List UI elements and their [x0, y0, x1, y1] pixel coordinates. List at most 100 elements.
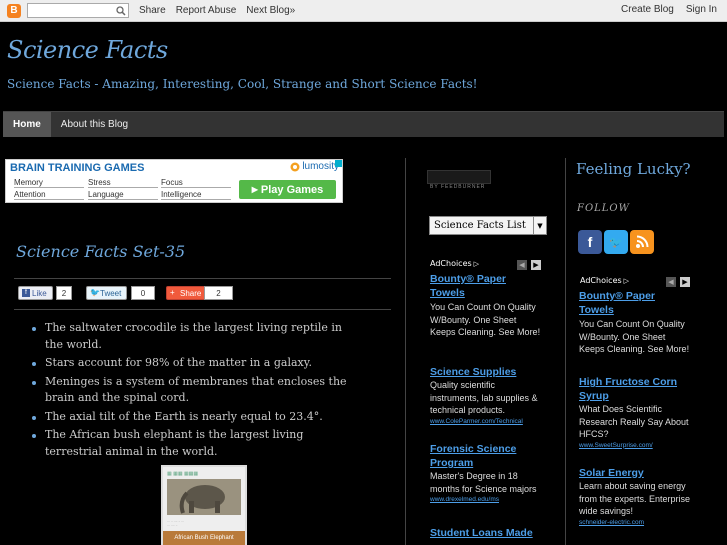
share-count: 2 [204, 286, 233, 300]
page-tabs: Home About this Blog [3, 111, 724, 137]
ad-url[interactable]: schneider-electric.com [579, 518, 691, 528]
image-fine-print: ··· ·· ···· ·· ··· ··· ···· ·· [167, 519, 185, 527]
image-caption: African Bush Elephant [163, 531, 245, 545]
sidebar-ad[interactable]: High Fructose Corn Syrup What Does Scien… [579, 375, 691, 451]
sidebar-ad[interactable]: Science Supplies Quality scientific inst… [430, 365, 542, 427]
ad-category: Memory [14, 178, 84, 188]
tab-about[interactable]: About this Blog [51, 112, 138, 137]
create-blog-link[interactable]: Create Blog [621, 4, 674, 15]
facebook-icon[interactable]: f [578, 230, 602, 254]
lumosity-logo: lumosity [290, 161, 339, 172]
ad-category: Stress [88, 178, 158, 188]
next-blog-link[interactable]: Next Blog» [246, 5, 295, 16]
facts-list: The saltwater crocodile is the largest l… [30, 320, 352, 462]
rss-icon[interactable] [630, 230, 654, 254]
adchoices-icon: ▷ [623, 276, 630, 285]
ad-url[interactable]: www.ColeParmer.com/Technical [430, 417, 542, 427]
ad-headline[interactable]: Bounty® Paper Towels [579, 289, 691, 317]
follow-heading: FOLLOW [577, 203, 630, 214]
adchoices-text: AdChoices [430, 259, 472, 268]
adchoices-icon: ▷ [473, 259, 480, 268]
share-link[interactable]: Share [139, 5, 166, 16]
elephant-image[interactable]: ▦ ▦▦ ▦▦▦ ··· ·· ···· ·· ··· ··· ···· ·· A… [161, 465, 247, 545]
ad-headline[interactable]: Science Supplies [430, 365, 542, 379]
column-divider [405, 158, 406, 545]
ad-title: BRAIN TRAINING GAMES [10, 162, 145, 174]
ad-body: You Can Count On Quality W/Bounty. One S… [579, 319, 690, 354]
ad-headline[interactable]: Student Loans Made [430, 526, 542, 540]
blog-title[interactable]: Science Facts [7, 36, 168, 64]
sign-in-link[interactable]: Sign In [686, 4, 717, 15]
list-item: Stars account for 98% of the matter in a… [30, 355, 352, 372]
search-icon[interactable] [114, 4, 128, 17]
play-icon: ▶ [251, 185, 258, 194]
like-count: 2 [56, 286, 72, 300]
adchoices-label[interactable]: AdChoices ▷ [580, 276, 629, 285]
tweet-count: 0 [131, 286, 155, 300]
divider [14, 278, 391, 279]
ad-body: Master's Degree in 18 months for Science… [430, 471, 537, 494]
ad-body: You Can Count On Quality W/Bounty. One S… [430, 302, 541, 337]
post-title[interactable]: Science Facts Set-35 [16, 242, 185, 261]
sidebar-ad[interactable]: Student Loans Made [430, 526, 542, 540]
ad-headline[interactable]: Forensic Science Program [430, 442, 542, 470]
adchoices-corner-icon[interactable] [335, 160, 342, 167]
dropdown-arrow-icon[interactable]: ▼ [533, 217, 546, 234]
ad-next-icon[interactable]: ▶ [531, 260, 541, 270]
ad-body: What Does Scientific Research Really Say… [579, 404, 689, 439]
feedburner-widget[interactable] [427, 170, 491, 184]
divider [14, 309, 391, 310]
list-item: The saltwater crocodile is the largest l… [30, 320, 352, 353]
share-label: Share [180, 288, 202, 298]
ad-body: Quality scientific instruments, lab supp… [430, 380, 538, 415]
select-value: Science Facts List [434, 220, 526, 231]
addthis-share-button[interactable]: + Share [166, 286, 206, 300]
ad-headline[interactable]: Bounty® Paper Towels [430, 272, 542, 300]
science-facts-list-select[interactable]: Science Facts List ▼ [429, 216, 547, 235]
sidebar-ad[interactable]: Forensic Science Program Master's Degree… [430, 442, 542, 505]
play-games-button[interactable]: ▶ Play Games [239, 180, 336, 199]
feeling-lucky-heading[interactable]: Feeling Lucky? [576, 160, 691, 178]
tab-home[interactable]: Home [3, 112, 51, 137]
feedburner-label: BY FEEDBURNER [430, 184, 486, 190]
brain-training-ad[interactable]: BRAIN TRAINING GAMES lumosity Memory Str… [5, 159, 343, 203]
list-item: Meninges is a system of membranes that e… [30, 374, 352, 407]
column-divider [565, 158, 566, 545]
play-games-label: Play Games [260, 183, 324, 196]
facebook-like-button[interactable]: f Like [18, 286, 53, 300]
image-publisher-logo: ▦ ▦▦ ▦▦▦ [167, 471, 199, 477]
ad-prev-icon[interactable]: ◀ [666, 277, 676, 287]
plus-icon: + [170, 288, 175, 297]
ad-headline[interactable]: Solar Energy [579, 466, 691, 480]
facebook-icon: f [22, 289, 30, 297]
ad-url[interactable]: www.drexelmed.edu/ms [430, 495, 542, 505]
ad-prev-icon[interactable]: ◀ [517, 260, 527, 270]
ad-url[interactable]: www.SweetSurprise.com/ [579, 441, 691, 451]
search-input[interactable] [27, 3, 129, 18]
ad-category: Attention [14, 190, 84, 200]
tweet-label: Tweet [100, 288, 122, 298]
elephant-photo [167, 479, 241, 515]
sidebar-ad[interactable]: Solar Energy Learn about saving energy f… [579, 466, 691, 528]
ad-category: Intelligence [161, 190, 231, 200]
adchoices-label[interactable]: AdChoices ▷ [430, 259, 479, 268]
ad-category: Focus [161, 178, 231, 188]
list-item: The African bush elephant is the largest… [30, 427, 352, 460]
ad-next-icon[interactable]: ▶ [680, 277, 690, 287]
ad-brand: lumosity [302, 161, 339, 172]
ad-body: Learn about saving energy from the exper… [579, 481, 691, 516]
ad-headline[interactable]: High Fructose Corn Syrup [579, 375, 691, 403]
blogger-logo-icon[interactable]: B [7, 3, 21, 18]
list-item: The axial tilt of the Earth is nearly eq… [30, 409, 352, 426]
ad-category: Language [88, 190, 158, 200]
like-label: Like [32, 288, 47, 298]
blog-description: Science Facts - Amazing, Interesting, Co… [7, 77, 478, 91]
adchoices-text: AdChoices [580, 276, 622, 285]
tweet-button[interactable]: 🐦 Tweet [86, 286, 127, 300]
twitter-icon: 🐦 [90, 288, 100, 297]
report-abuse-link[interactable]: Report Abuse [176, 5, 237, 16]
sidebar-ad[interactable]: Bounty® Paper Towels You Can Count On Qu… [579, 289, 691, 356]
sidebar-ad[interactable]: Bounty® Paper Towels You Can Count On Qu… [430, 272, 542, 339]
twitter-icon[interactable]: 🐦 [604, 230, 628, 254]
blogger-navbar: B Share Report Abuse Next Blog» Create B… [0, 0, 727, 22]
